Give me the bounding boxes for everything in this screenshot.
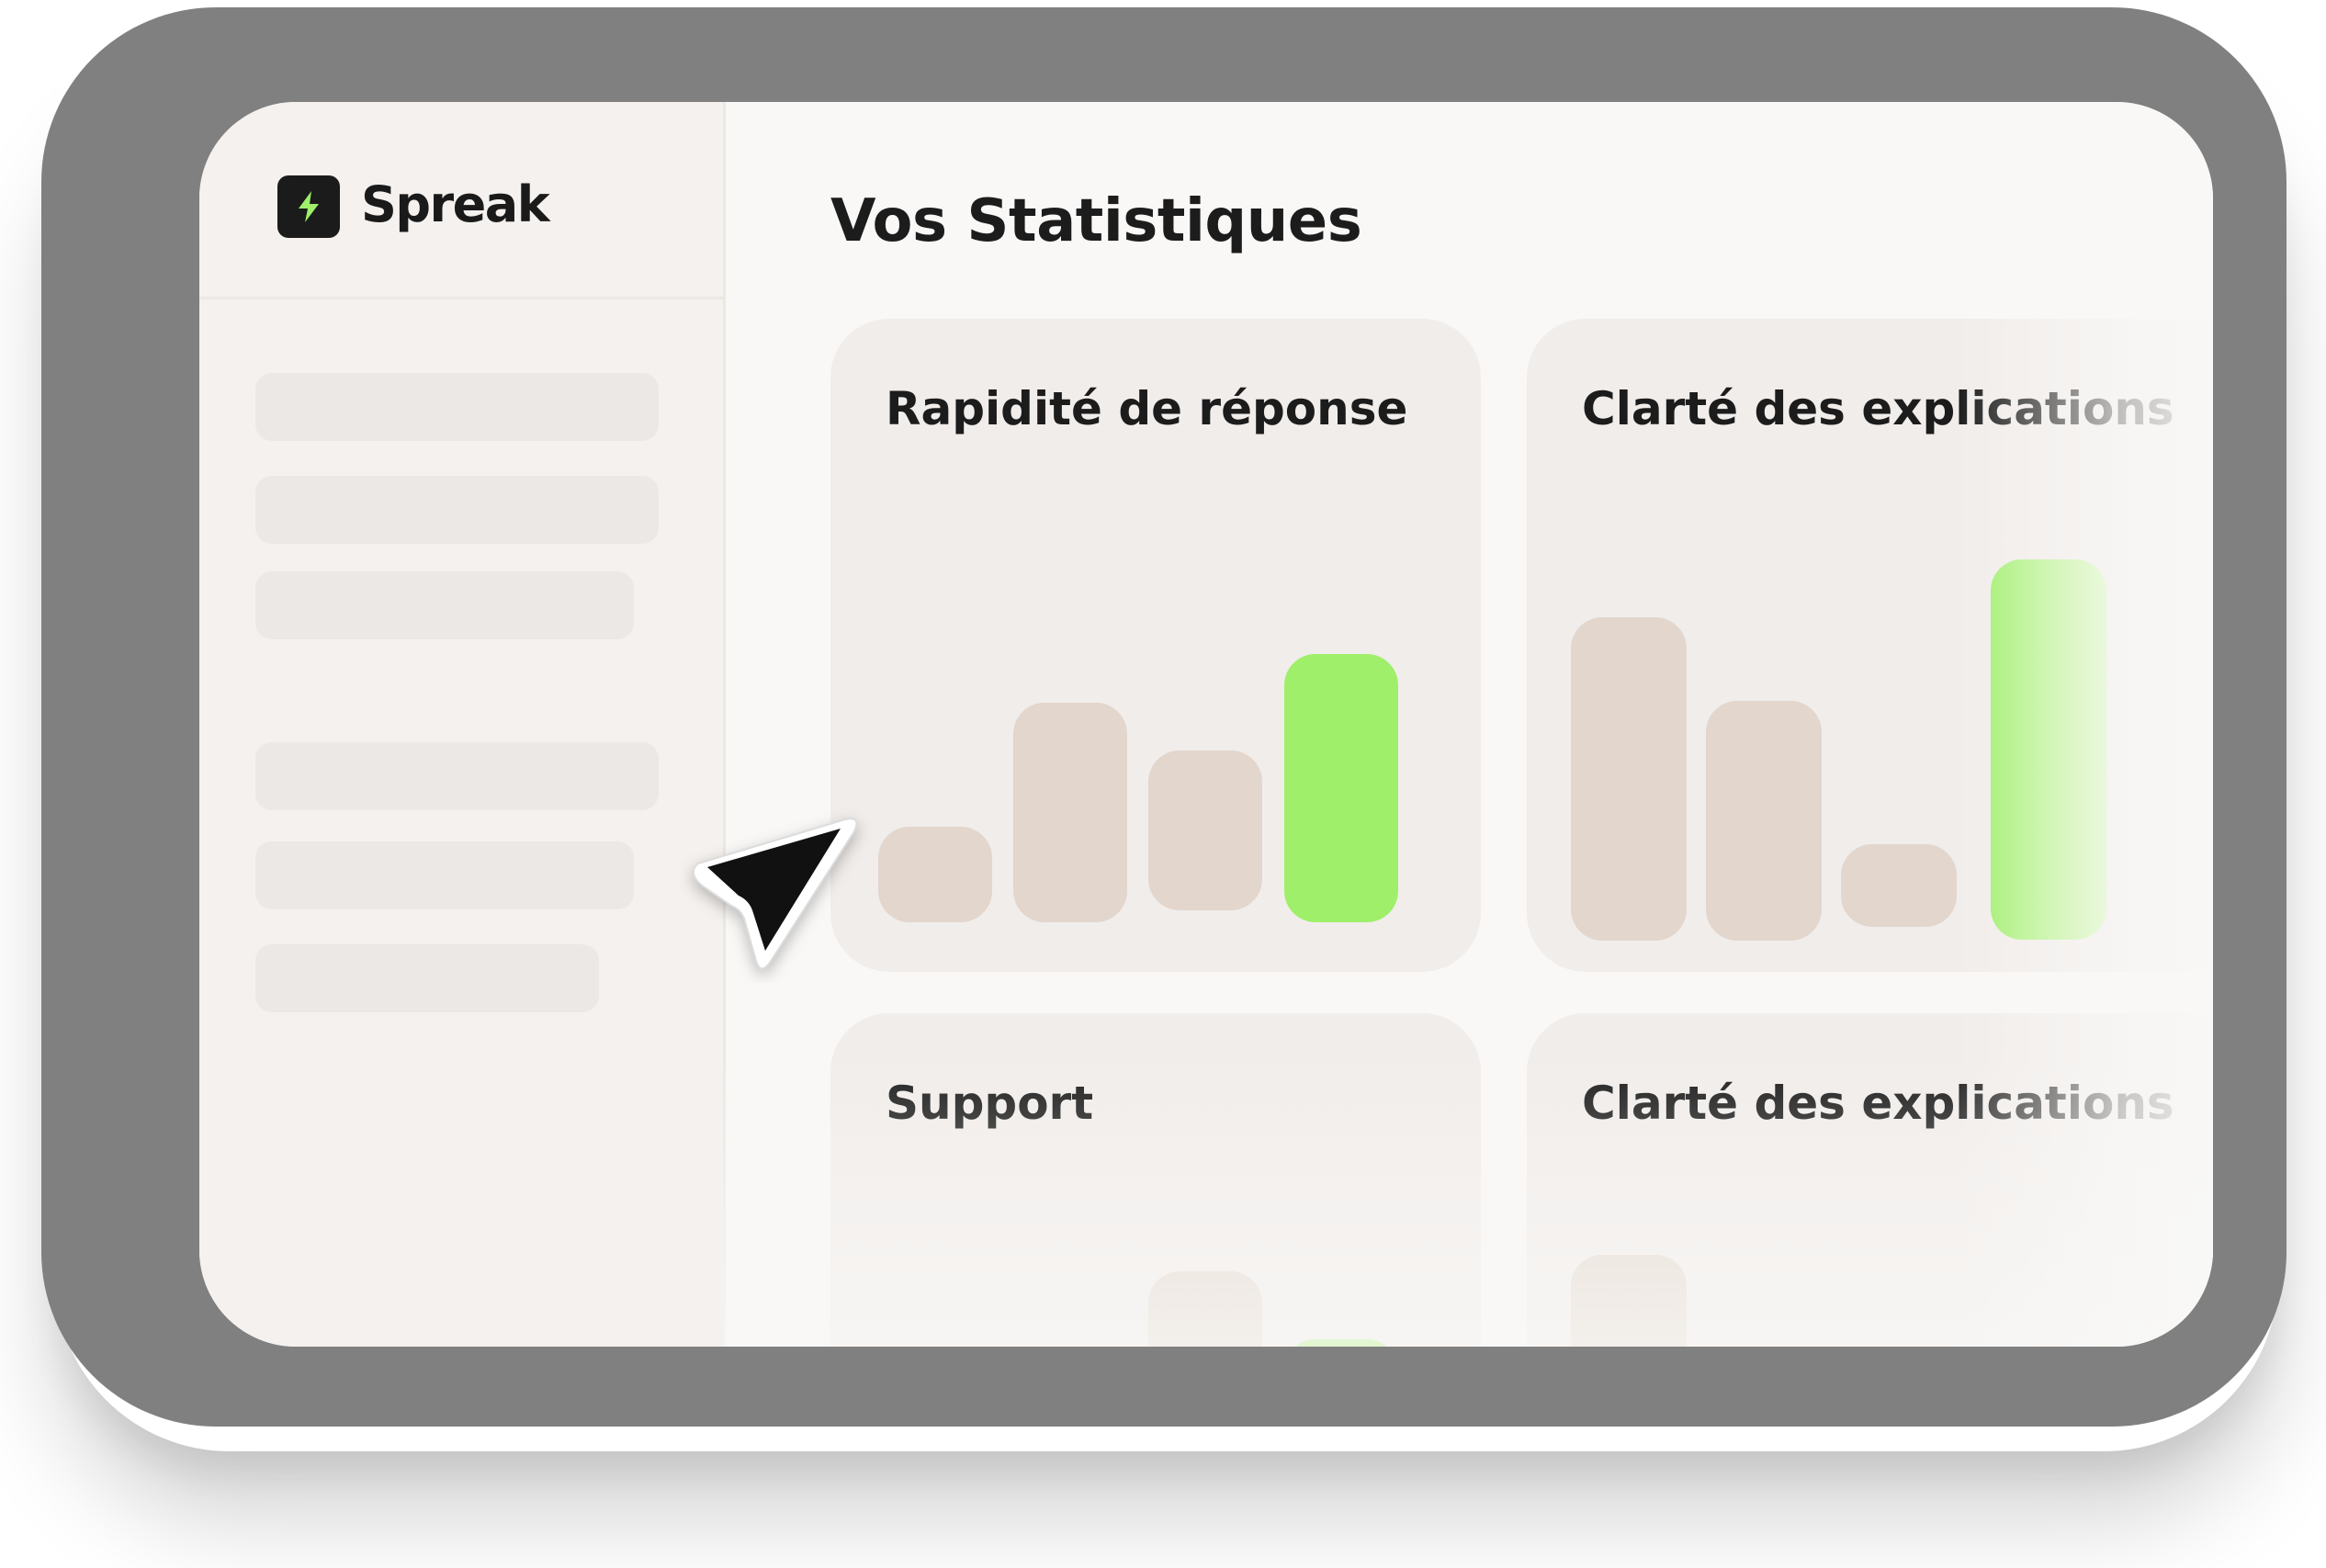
tablet-frame: Spreak Vos Statistiques Rapidité de répo… <box>41 7 2286 1427</box>
chart-bar-highlight <box>1284 1339 1398 1347</box>
sidebar-item-placeholder[interactable] <box>255 373 659 441</box>
chart-bar <box>878 827 992 922</box>
pointer-arrow-icon <box>680 790 882 983</box>
lightning-bolt-icon[interactable] <box>277 175 340 238</box>
sidebar: Spreak <box>199 102 726 1347</box>
chart-bar <box>1148 1271 1262 1347</box>
card-title: Support <box>886 1077 1094 1130</box>
chart-bar <box>1148 750 1262 910</box>
chart-bar-highlight <box>1284 654 1398 922</box>
sidebar-item-placeholder[interactable] <box>255 571 634 639</box>
chart-bar <box>1571 1255 1687 1347</box>
sidebar-item-placeholder[interactable] <box>255 944 599 1012</box>
sidebar-item-placeholder[interactable] <box>255 742 659 810</box>
sidebar-item-placeholder[interactable] <box>255 476 659 544</box>
card-title: Clarté des explications <box>1582 382 2174 435</box>
stat-card-response-speed[interactable]: Rapidité de réponse <box>830 319 1481 972</box>
card-title: Rapidité de réponse <box>886 382 1408 435</box>
page-title: Vos Statistiques <box>830 187 1362 255</box>
sidebar-header: Spreak <box>199 102 723 299</box>
stat-card-clarity-2[interactable]: Clarté des explications <box>1527 1013 2213 1347</box>
sidebar-item-placeholder[interactable] <box>255 841 634 909</box>
stat-card-clarity[interactable]: Clarté des explications <box>1527 319 2213 972</box>
chart-bar <box>1706 701 1822 941</box>
app-screen: Spreak Vos Statistiques Rapidité de répo… <box>199 102 2213 1347</box>
stat-card-support[interactable]: Support <box>830 1013 1481 1347</box>
chart-bar-highlight <box>1991 559 2106 940</box>
chart-bar <box>1013 703 1127 922</box>
chart-bar <box>1841 844 1957 927</box>
app-name[interactable]: Spreak <box>361 172 550 238</box>
card-title: Clarté des explications <box>1582 1077 2174 1130</box>
chart-bar <box>1571 617 1687 941</box>
